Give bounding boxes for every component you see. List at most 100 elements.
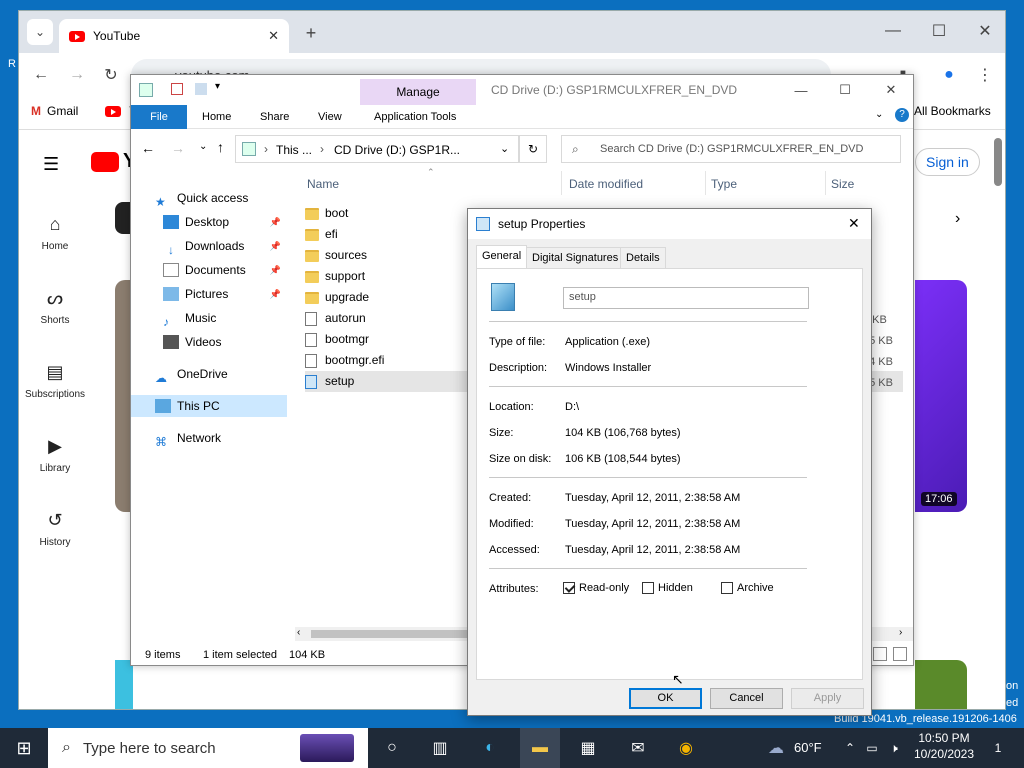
nav-network[interactable]: ⌘ Network [131, 427, 287, 449]
windows-start-icon[interactable]: ⊞ [12, 736, 36, 760]
explorer-back-icon[interactable]: ← [141, 140, 155, 156]
sidebar-item-library[interactable]: ▶ Library [19, 436, 91, 474]
recent-locations-icon[interactable]: ⌄ [199, 141, 207, 152]
ok-button[interactable]: OK [629, 688, 702, 709]
quick-access-dropdown-icon[interactable]: ▾ [215, 81, 220, 92]
cancel-button[interactable]: Cancel [710, 688, 783, 709]
show-hidden-icons-icon[interactable]: ⌃ [838, 736, 862, 760]
tab-digital-signatures[interactable]: Digital Signatures [526, 247, 625, 268]
nav-desktop[interactable]: Desktop 📌 [131, 211, 287, 233]
archive-checkbox[interactable]: Archive [721, 582, 774, 595]
hidden-checkbox[interactable]: Hidden [642, 582, 693, 595]
hamburger-icon[interactable]: ☰ [43, 154, 59, 175]
nav-downloads[interactable]: ↓ Downloads 📌 [131, 235, 287, 257]
file-row[interactable]: bootmgr.efi [305, 350, 384, 371]
explorer-search-box[interactable]: ⌕ Search CD Drive (D:) GSP1RMCULXFRER_EN… [561, 135, 901, 163]
minimize-icon[interactable]: — [881, 21, 905, 41]
chevron-right-icon[interactable]: › [955, 210, 960, 228]
menu-icon[interactable]: ⋮ [973, 63, 997, 87]
help-icon[interactable]: ? [895, 108, 909, 122]
column-size[interactable]: Size [831, 177, 854, 191]
details-view-icon[interactable] [873, 647, 887, 661]
chrome-icon[interactable]: ◉ [674, 736, 698, 760]
tab-view[interactable]: View [307, 105, 353, 129]
notification-icon[interactable]: 1 [986, 736, 1010, 760]
manage-context-tab[interactable]: Manage [360, 79, 476, 105]
read-only-checkbox[interactable]: Read-only [563, 582, 629, 595]
scroll-left-icon[interactable]: ‹ [297, 627, 300, 638]
file-row[interactable]: autorun [305, 308, 366, 329]
tab-general[interactable]: General [476, 245, 528, 269]
nav-documents[interactable]: Documents 📌 [131, 259, 287, 281]
tab-share[interactable]: Share [249, 105, 300, 129]
pin-icon[interactable]: 📌 [270, 235, 281, 257]
refresh-icon[interactable]: ↻ [519, 135, 547, 163]
nav-this-pc[interactable]: This PC [131, 395, 287, 417]
sidebar-item-history[interactable]: ↺ History [19, 510, 91, 548]
up-icon[interactable]: ↑ [217, 139, 224, 155]
explorer-forward-icon[interactable]: → [171, 140, 185, 156]
nav-onedrive[interactable]: ☁ OneDrive [131, 363, 287, 385]
nav-quick-access[interactable]: ★ Quick access [131, 187, 287, 209]
explorer-maximize-icon[interactable]: ☐ [835, 80, 855, 100]
dialog-close-icon[interactable]: ✕ [848, 215, 860, 232]
breadcrumb-dropdown-icon[interactable]: ⌄ [500, 142, 509, 155]
page-scrollbar[interactable] [994, 138, 1002, 186]
file-row[interactable]: boot [305, 203, 348, 224]
scroll-right-icon[interactable]: › [899, 627, 902, 638]
tab-details[interactable]: Details [620, 247, 666, 268]
ribbon-expand-icon[interactable]: ⌄ [875, 109, 883, 120]
video-thumbnail-right[interactable] [915, 280, 967, 512]
forward-icon[interactable]: → [65, 63, 89, 87]
pin-icon[interactable]: 📌 [270, 259, 281, 281]
tab-close-icon[interactable]: ✕ [268, 28, 279, 44]
network-status-icon[interactable]: ▭ [860, 736, 884, 760]
large-icons-view-icon[interactable] [893, 647, 907, 661]
close-window-icon[interactable]: ✕ [973, 21, 997, 41]
nav-music[interactable]: ♪ Music [131, 307, 287, 329]
explorer-minimize-icon[interactable]: — [791, 80, 811, 100]
taskbar-search-box[interactable]: ⌕ Type here to search [48, 728, 368, 768]
tab-application-tools[interactable]: Application Tools [363, 105, 467, 129]
reload-icon[interactable]: ↻ [99, 63, 123, 87]
store-icon[interactable]: ▦ [576, 736, 600, 760]
sidebar-item-home[interactable]: ⌂ Home [19, 214, 91, 252]
sidebar-item-subscriptions[interactable]: ▤ Subscriptions [19, 362, 91, 400]
new-tab-button[interactable]: + [301, 23, 321, 43]
tab-search-button[interactable]: ⌄ [27, 19, 53, 45]
pin-icon[interactable]: 📌 [270, 283, 281, 305]
weather-icon[interactable]: ☁ [764, 736, 788, 760]
column-date-modified[interactable]: Date modified [569, 177, 643, 191]
nav-videos[interactable]: Videos [131, 331, 287, 353]
clock[interactable]: 10:50 PM 10/20/2023 [912, 731, 976, 761]
file-explorer-taskbar-icon[interactable]: ▬ [520, 728, 560, 768]
bottom-thumbnail-left[interactable] [115, 660, 133, 709]
sidebar-item-shorts[interactable]: ᔕ Shorts [19, 288, 91, 326]
file-row[interactable]: bootmgr [305, 329, 369, 350]
youtube-tab[interactable]: YouTube ✕ [59, 19, 289, 53]
file-row[interactable]: efi [305, 224, 338, 245]
file-name-field[interactable]: setup [563, 287, 809, 309]
breadcrumb-this-pc[interactable]: This ... [276, 143, 312, 157]
pin-icon[interactable]: 📌 [270, 211, 281, 233]
column-name[interactable]: Name [307, 177, 339, 191]
task-view-icon[interactable]: ○ [380, 736, 404, 760]
bookmark-gmail[interactable]: M Gmail [31, 104, 78, 118]
edge-icon[interactable]: ◐ [478, 736, 502, 760]
file-row[interactable]: support [305, 266, 365, 287]
volume-icon[interactable]: 🕨 [882, 736, 906, 760]
bottom-thumbnail-right[interactable] [915, 660, 967, 709]
nav-pictures[interactable]: Pictures 📌 [131, 283, 287, 305]
tab-file[interactable]: File [131, 105, 187, 129]
back-icon[interactable]: ← [29, 63, 53, 87]
column-type[interactable]: Type [711, 177, 737, 191]
maximize-icon[interactable]: ☐ [927, 21, 951, 41]
breadcrumb[interactable]: › This ... › CD Drive (D:) GSP1R... ⌄ [235, 135, 519, 163]
new-folder-quick-icon[interactable] [195, 83, 207, 95]
tab-home[interactable]: Home [191, 105, 242, 129]
apply-button[interactable]: Apply [791, 688, 864, 709]
widgets-icon[interactable]: ▥ [428, 736, 452, 760]
explorer-close-icon[interactable]: ✕ [881, 80, 901, 100]
profile-icon[interactable]: ● [937, 63, 961, 87]
weather-temp[interactable]: 60°F [794, 740, 822, 755]
